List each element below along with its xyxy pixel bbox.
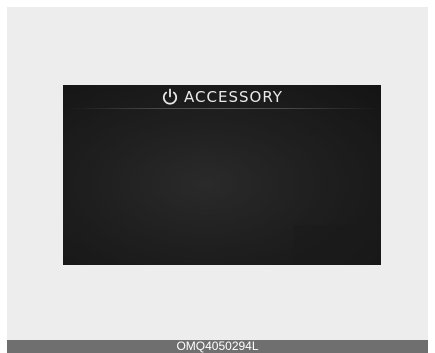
screen-shade [293,225,381,265]
accessory-display-screen: ACCESSORY [63,85,381,265]
figure-caption-bar: OMQ4050294L [7,340,428,353]
display-header: ACCESSORY [63,86,381,108]
power-icon [161,88,179,106]
mode-title: ACCESSORY [184,88,283,106]
figure-code: OMQ4050294L [176,339,259,353]
header-divider [63,108,381,109]
